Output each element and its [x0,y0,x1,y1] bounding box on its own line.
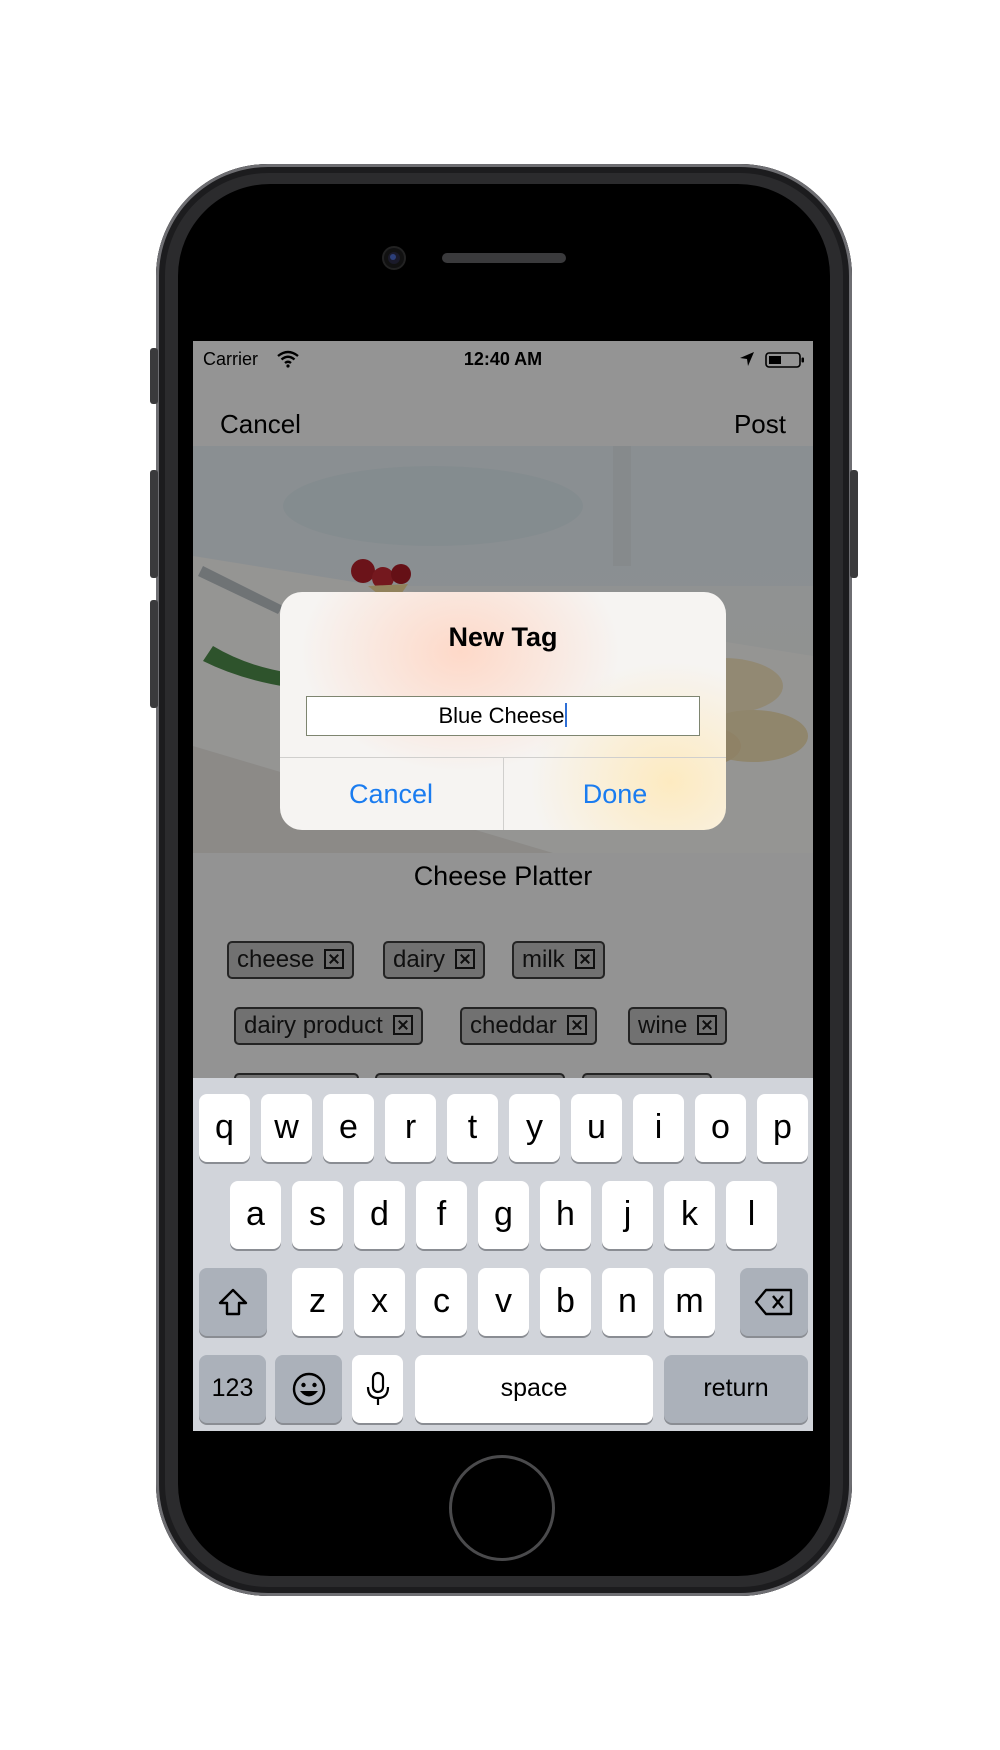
key[interactable]: m [664,1268,715,1336]
dictation-key[interactable] [352,1355,403,1423]
key[interactable]: l [726,1181,777,1249]
key[interactable]: t [447,1094,498,1162]
backspace-icon [754,1288,793,1316]
alert-cancel-button[interactable]: Cancel [280,758,502,830]
numbers-key[interactable]: 123 [199,1355,266,1423]
mute-switch [150,348,158,404]
key[interactable]: s [292,1181,343,1249]
earpiece-speaker [442,253,566,263]
key[interactable]: n [602,1268,653,1336]
home-button[interactable] [449,1455,555,1561]
microphone-icon [366,1371,389,1405]
emoji-key[interactable] [275,1355,342,1423]
front-camera [384,248,404,268]
tag-name-input[interactable]: Blue Cheese [306,696,700,736]
key[interactable]: b [540,1268,591,1336]
key[interactable]: c [416,1268,467,1336]
backspace-key[interactable] [740,1268,808,1336]
key[interactable]: v [478,1268,529,1336]
space-key[interactable]: space [415,1355,653,1423]
alert-title: New Tag [448,622,558,652]
volume-down-button [150,600,158,708]
text-cursor [565,703,568,727]
emoji-icon [292,1372,325,1406]
key[interactable]: o [695,1094,746,1162]
key[interactable]: p [757,1094,808,1162]
key[interactable]: f [416,1181,467,1249]
key[interactable]: i [633,1094,684,1162]
shift-key[interactable] [199,1268,267,1336]
shift-arrow-icon [218,1288,248,1316]
key[interactable]: a [230,1181,281,1249]
key[interactable]: r [385,1094,436,1162]
alert-done-button[interactable]: Done [504,758,726,830]
key[interactable]: g [478,1181,529,1249]
tag-name-value: Blue Cheese [438,703,565,728]
key[interactable]: w [261,1094,312,1162]
key[interactable]: h [540,1181,591,1249]
key[interactable]: y [509,1094,560,1162]
keyboard: q w e r t y u i o p a s d f g h j k l z … [193,1078,813,1431]
key[interactable]: k [664,1181,715,1249]
screen: Carrier 12:40 AM Cancel Post Cheese Plat… [193,341,813,1431]
new-tag-alert: New Tag Blue Cheese Cancel Done [280,592,726,830]
power-button [850,470,858,578]
volume-up-button [150,470,158,578]
key[interactable]: j [602,1181,653,1249]
key[interactable]: x [354,1268,405,1336]
key[interactable]: z [292,1268,343,1336]
return-key[interactable]: return [664,1355,808,1423]
key[interactable]: d [354,1181,405,1249]
key[interactable]: e [323,1094,374,1162]
key[interactable]: u [571,1094,622,1162]
key[interactable]: q [199,1094,250,1162]
